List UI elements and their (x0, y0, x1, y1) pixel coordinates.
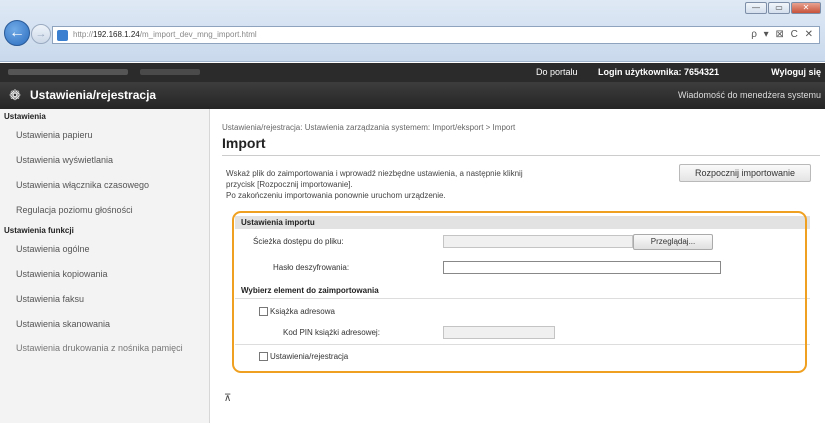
select-items-header: Wybierz element do zaimportowania (241, 286, 379, 295)
file-path-label: Ścieżka dostępu do pliku: (253, 237, 344, 246)
device-name-blurred (8, 69, 128, 75)
message-to-admin-link[interactable]: Wiadomość do menedżera systemu (678, 90, 821, 100)
sidebar-item-volume[interactable]: Regulacja poziomu głośności (0, 198, 209, 223)
sidebar-item-copy-settings[interactable]: Ustawienia kopiowania (0, 262, 209, 287)
url-path: /m_import_dev_mng_import.html (139, 30, 257, 39)
main-content: Ustawienia/rejestracja: Ustawienia zarzą… (210, 109, 825, 423)
url-prefix: http:// (73, 30, 94, 39)
url-text: http://192.168.1.24/m_import_dev_mng_imp… (73, 30, 257, 39)
import-settings-panel: Ustawienia importu Ścieżka dostępu do pl… (235, 211, 810, 373)
maximize-button[interactable]: ▭ (768, 2, 790, 14)
sidebar: Ustawienia Ustawienia papieru Ustawienia… (0, 109, 210, 423)
address-book-label: Książka adresowa (270, 307, 335, 316)
portal-link[interactable]: Do portalu (536, 67, 578, 77)
address-book-pin-label: Kod PIN książki adresowej: (283, 328, 380, 337)
import-settings-header: Ustawienia importu (235, 216, 810, 229)
settings-registration-checkbox[interactable] (259, 352, 268, 361)
browser-chrome: — ▭ ✕ ← → http://192.168.1.24/m_import_d… (0, 0, 825, 62)
sidebar-item-memory-print-settings[interactable]: Ustawienia drukowania z nośnika pamięci (0, 337, 209, 369)
url-host: 192.168.1.24 (93, 30, 140, 39)
start-import-button[interactable]: Rozpocznij importowanie (679, 164, 811, 182)
decryption-password-label: Hasło deszyfrowania: (273, 263, 350, 272)
address-book-pin-field (443, 326, 555, 339)
page-favicon-icon (57, 30, 68, 41)
sidebar-item-scan-settings[interactable]: Ustawienia skanowania (0, 312, 209, 337)
title-divider (222, 155, 820, 156)
file-path-field (443, 235, 633, 248)
address-bar[interactable]: http://192.168.1.24/m_import_dev_mng_imp… (52, 26, 820, 44)
close-window-button[interactable]: ✕ (791, 2, 821, 14)
sidebar-group-settings: Ustawienia (4, 112, 46, 121)
sidebar-group-function-settings: Ustawienia funkcji (4, 226, 74, 235)
back-to-top-icon[interactable]: ⊼ (224, 393, 231, 404)
window-controls: — ▭ ✕ (745, 2, 821, 14)
instructions-line-2: przycisk [Rozpocznij importowanie]. (226, 180, 353, 189)
device-info-bar: Do portalu Login użytkownika: 7654321 Wy… (0, 63, 825, 82)
logout-link[interactable]: Wyloguj się (771, 67, 821, 77)
address-book-checkbox[interactable] (259, 307, 268, 316)
sidebar-item-fax-settings[interactable]: Ustawienia faksu (0, 287, 209, 312)
instructions-text: Wskaż plik do zaimportowania i wprowadź … (226, 168, 666, 201)
settings-gear-icon: ❁ (9, 87, 21, 103)
forward-arrow-icon[interactable]: → (31, 24, 51, 44)
minimize-button[interactable]: — (745, 2, 767, 14)
sidebar-item-general-settings[interactable]: Ustawienia ogólne (0, 237, 209, 262)
login-user-label: Login użytkownika: 7654321 (598, 67, 720, 77)
decryption-password-input[interactable] (443, 261, 721, 274)
sidebar-item-paper-settings[interactable]: Ustawienia papieru (0, 123, 209, 148)
sidebar-item-display-settings[interactable]: Ustawienia wyświetlania (0, 148, 209, 173)
page-section-title: Ustawienia/rejestracja (30, 88, 157, 102)
device-model-blurred (140, 69, 200, 75)
browse-button[interactable]: Przeglądaj... (633, 234, 713, 250)
instructions-line-3: Po zakończeniu importowania ponownie uru… (226, 191, 446, 200)
back-arrow-icon[interactable]: ← (4, 20, 30, 46)
address-bar-controls[interactable]: ρ ▾ ⊠ C ✕ (751, 29, 815, 40)
settings-registration-label: Ustawienia/rejestracja (270, 352, 349, 361)
section-divider-2 (235, 344, 810, 345)
section-divider (235, 298, 810, 299)
page-title: Import (222, 135, 266, 151)
sidebar-item-timer-settings[interactable]: Ustawienia włącznika czasowego (0, 173, 209, 198)
app-titlebar: ❁ Ustawienia/rejestracja Wiadomość do me… (0, 82, 825, 109)
breadcrumb: Ustawienia/rejestracja: Ustawienia zarzą… (222, 123, 516, 132)
instructions-line-1: Wskaż plik do zaimportowania i wprowadź … (226, 169, 523, 178)
